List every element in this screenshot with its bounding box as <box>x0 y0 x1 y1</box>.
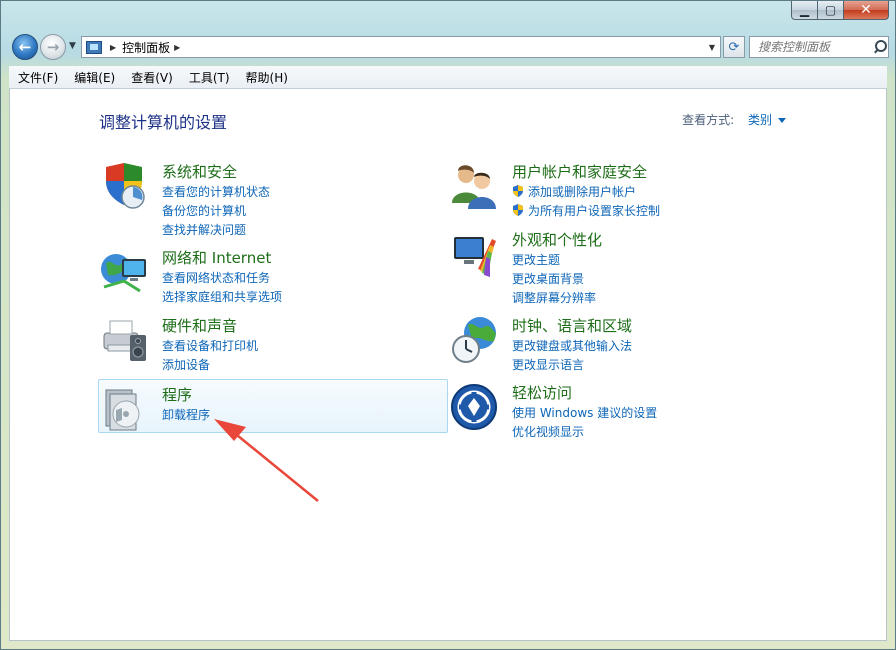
search-input[interactable] <box>756 39 872 55</box>
recent-pages-dropdown[interactable]: ▼ <box>69 41 76 51</box>
content-pane: 调整计算机的设置 查看方式: 类别 系统和安全 查看您的计算机状态 备份您的计算… <box>9 89 887 641</box>
minimize-button[interactable]: ▁ <box>791 1 818 20</box>
menu-help[interactable]: 帮助(H) <box>237 69 295 86</box>
maximize-button[interactable]: ▢ <box>818 1 844 20</box>
address-row: ← → ▼ ▶ 控制面板 ▶ ▼ ⟳ <box>9 33 889 61</box>
menu-tools[interactable]: 工具(T) <box>180 69 237 86</box>
search-box[interactable] <box>749 36 889 58</box>
forward-arrow-icon: → <box>46 38 60 56</box>
address-bar[interactable]: ▶ 控制面板 ▶ ▼ <box>81 36 721 58</box>
menu-bar: 文件(F) 编辑(E) 查看(V) 工具(T) 帮助(H) <box>9 66 887 89</box>
address-history-dropdown[interactable]: ▼ <box>704 43 720 52</box>
control-panel-icon <box>86 40 102 54</box>
caption-buttons: ▁ ▢ ✕ <box>791 1 889 21</box>
refresh-button[interactable]: ⟳ <box>723 36 745 58</box>
menu-edit[interactable]: 编辑(E) <box>65 69 122 86</box>
back-arrow-icon: ← <box>18 38 32 56</box>
control-panel-window: ▁ ▢ ✕ ← → ▼ ▶ 控制面板 ▶ ▼ ⟳ 文件(F) 编辑(E) 查看(… <box>0 0 896 650</box>
forward-button[interactable]: → <box>40 34 66 60</box>
minimize-icon: ▁ <box>799 3 810 17</box>
breadcrumb-control-panel[interactable]: 控制面板 <box>122 39 170 56</box>
search-icon[interactable] <box>874 40 888 54</box>
menu-view[interactable]: 查看(V) <box>122 69 180 86</box>
refresh-icon: ⟳ <box>728 39 740 55</box>
breadcrumb-chevron-icon[interactable]: ▶ <box>110 43 116 52</box>
close-icon: ✕ <box>860 2 872 18</box>
maximize-icon: ▢ <box>824 3 837 17</box>
menu-file[interactable]: 文件(F) <box>9 69 65 86</box>
back-button[interactable]: ← <box>12 34 38 60</box>
annotation-arrow-icon <box>214 419 319 502</box>
close-button[interactable]: ✕ <box>844 1 889 20</box>
breadcrumb-chevron-icon[interactable]: ▶ <box>174 43 180 52</box>
